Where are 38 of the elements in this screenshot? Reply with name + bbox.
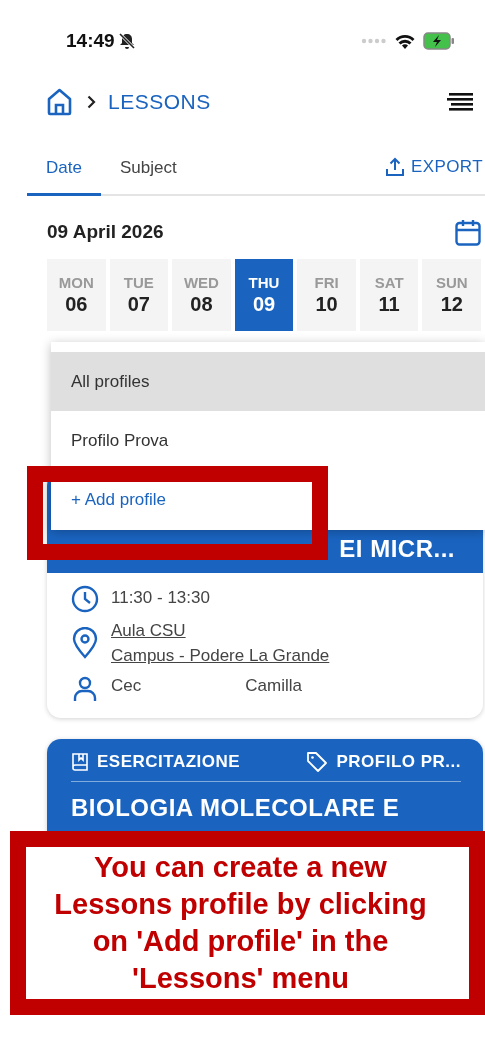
tab[interactable]: Date xyxy=(27,142,101,196)
breadcrumb-title: LESSONS xyxy=(108,90,211,114)
profile-tag: PROFILO PR... xyxy=(306,751,461,773)
day-button[interactable]: WED 08 xyxy=(172,259,231,331)
export-button[interactable]: EXPORT xyxy=(385,142,483,194)
day-button[interactable]: FRI 10 xyxy=(297,259,356,331)
calendar-icon[interactable] xyxy=(455,218,481,246)
day-button[interactable]: THU 09 xyxy=(234,259,294,331)
tag-icon xyxy=(306,751,329,773)
location-pin-icon xyxy=(71,627,99,659)
lesson-title: BIOLOGIA MOLECOLARE E xyxy=(71,794,401,822)
battery-charging-icon xyxy=(423,32,455,50)
day-button[interactable]: TUE 07 xyxy=(109,259,169,331)
menu-icon[interactable] xyxy=(447,93,473,111)
clock-icon xyxy=(71,585,99,613)
clock-time: 14:49 xyxy=(66,30,115,52)
upload-icon xyxy=(385,156,405,177)
room-link[interactable]: Aula CSU xyxy=(111,621,330,641)
profile-option[interactable]: All profiles xyxy=(51,352,485,411)
date-title: 09 April 2026 xyxy=(47,221,164,243)
book-icon xyxy=(71,752,89,772)
chevron-icon xyxy=(87,95,96,109)
teacher-name: Cec xyxy=(111,676,142,696)
day-button[interactable]: SUN 12 xyxy=(422,259,482,331)
teacher-name: Camilla xyxy=(245,676,302,696)
lesson-type: ESERCITAZIONE xyxy=(71,752,241,772)
person-icon xyxy=(71,674,99,702)
home-icon[interactable] xyxy=(46,88,73,116)
lesson-title: EI MICR... xyxy=(339,535,455,563)
location-link[interactable]: Campus - Podere La Grande xyxy=(111,646,330,666)
lesson-time: 11:30 - 13:30 xyxy=(111,588,210,608)
wifi-icon xyxy=(395,33,415,49)
tab[interactable]: Subject xyxy=(100,142,196,196)
profile-option[interactable]: Profilo Prova xyxy=(51,411,485,470)
day-button[interactable]: MON 06 xyxy=(47,259,106,331)
signal-icon xyxy=(361,38,387,44)
bell-muted-icon xyxy=(117,32,136,50)
day-button[interactable]: SAT 11 xyxy=(359,259,419,331)
